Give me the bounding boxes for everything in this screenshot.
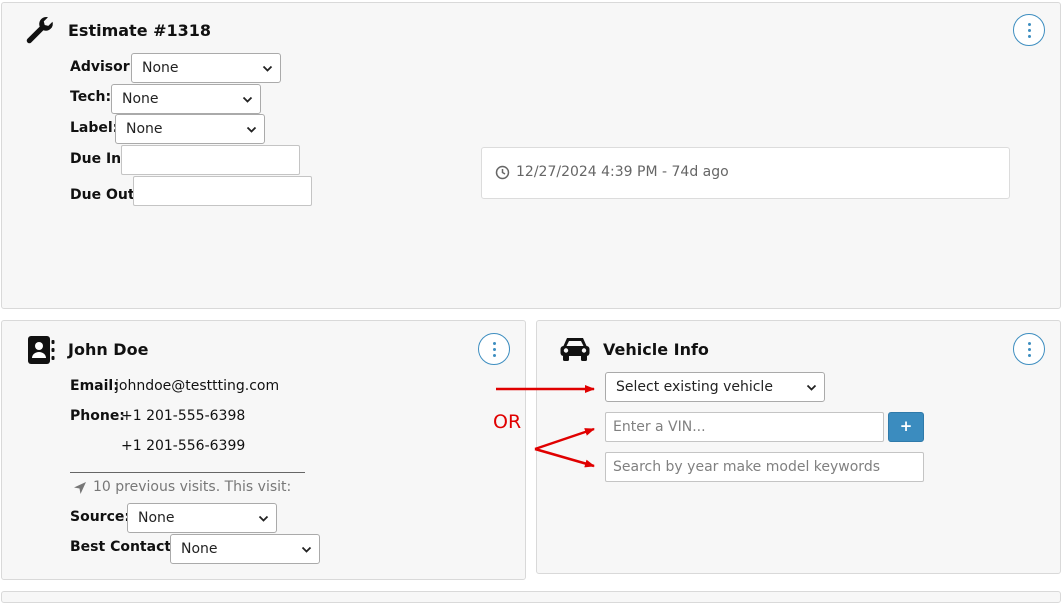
next-card — [1, 591, 1061, 603]
annotation-arrows — [496, 385, 595, 468]
arrow-to-vin — [534, 427, 595, 451]
arrow-to-search — [534, 447, 595, 468]
